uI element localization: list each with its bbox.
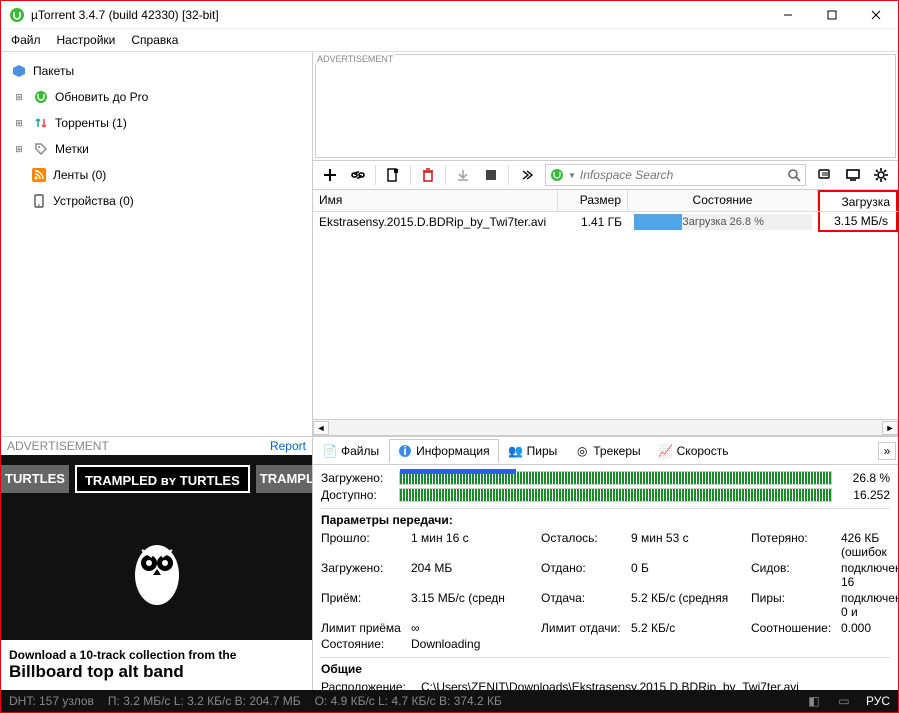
ad-label: ADVERTISEMENT: [7, 439, 109, 453]
sidebar: Пакеты ⊞ Обновить до Pro ⊞ Торренты (1) …: [1, 52, 313, 436]
utorrent-icon: [9, 7, 25, 23]
rss-icon: [31, 167, 47, 183]
tray-icon[interactable]: ▭: [836, 693, 852, 709]
files-icon: 📄: [323, 444, 337, 458]
tab-speed[interactable]: 📈Скорость: [651, 440, 737, 462]
horizontal-scrollbar[interactable]: ◄ ►: [313, 419, 898, 435]
torrent-table: Имя Размер Состояние Загрузка Ekstrasens…: [313, 190, 898, 436]
toolbar: ▼: [313, 160, 898, 190]
sidebar-label: Пакеты: [33, 64, 74, 78]
sidebar-label: Обновить до Pro: [55, 90, 148, 104]
sidebar-item-labels[interactable]: ⊞ Метки: [1, 136, 312, 162]
column-download-speed[interactable]: Загрузка: [818, 190, 898, 211]
transfer-params: Прошло:1 мин 16 с Осталось:9 мин 53 с По…: [321, 531, 890, 651]
expand-icon[interactable]: ⊞: [11, 89, 27, 105]
avail-label: Доступно:: [321, 488, 391, 502]
ad-image[interactable]: TURTLES TRAMPLED ʙʏ TURTLES TRAMPL Downl…: [1, 455, 312, 690]
search-input[interactable]: [580, 168, 787, 182]
sidebar-label: Торренты (1): [55, 116, 127, 130]
menu-file[interactable]: Файл: [11, 33, 41, 47]
loaded-bar: [399, 471, 832, 485]
owl-icon: [122, 525, 192, 615]
detail-tabs: 📄Файлы iИнформация 👥Пиры ◎Трекеры 📈Скоро…: [313, 437, 898, 465]
dropdown-icon[interactable]: ▼: [568, 171, 576, 180]
dht-status: DHT: 157 узлов: [9, 694, 94, 708]
torrent-size-cell: 1.41 ГБ: [558, 213, 628, 231]
statusbar: DHT: 157 узлов П: 3.2 МБ/с L: 3.2 КБ/с В…: [1, 690, 898, 712]
menu-help[interactable]: Справка: [131, 33, 178, 47]
remote-button[interactable]: [840, 162, 866, 188]
details-panel: 📄Файлы iИнформация 👥Пиры ◎Трекеры 📈Скоро…: [313, 436, 898, 690]
menubar: Файл Настройки Справка: [1, 29, 898, 52]
expand-icon[interactable]: ⊞: [11, 115, 27, 131]
torrent-speed-cell: 3.15 МБ/s: [818, 212, 898, 232]
tabs-overflow-button[interactable]: »: [878, 442, 896, 460]
tray-icon[interactable]: ◧: [806, 693, 822, 709]
svg-text:i: i: [403, 444, 406, 458]
ad-label: ADVERTISEMENT: [315, 54, 395, 64]
download-status: П: 3.2 МБ/с L: 3.2 КБ/с В: 204.7 МБ: [108, 694, 301, 708]
create-torrent-button[interactable]: [380, 162, 406, 188]
search-box[interactable]: ▼: [545, 164, 806, 186]
avail-bar: [399, 488, 832, 502]
sidebar-label: Метки: [55, 142, 89, 156]
transfer-section-title: Параметры передачи:: [321, 508, 890, 527]
add-torrent-button[interactable]: [317, 162, 343, 188]
package-icon: [11, 63, 27, 79]
column-name[interactable]: Имя: [313, 190, 558, 211]
tab-info[interactable]: iИнформация: [389, 439, 498, 463]
column-size[interactable]: Размер: [558, 190, 628, 211]
peers-icon: 👥: [509, 444, 523, 458]
torrent-name-cell: Ekstrasensy.2015.D.BDRip_by_Twi7ter.avi: [313, 213, 558, 231]
sidebar-item-devices[interactable]: Устройства (0): [1, 188, 312, 214]
tab-trackers[interactable]: ◎Трекеры: [567, 440, 648, 462]
scroll-left-icon[interactable]: ◄: [313, 421, 329, 435]
trackers-icon: ◎: [575, 444, 589, 458]
avail-value: 16.252: [840, 488, 890, 502]
search-icon[interactable]: [787, 168, 801, 182]
sidebar-label: Устройства (0): [53, 194, 134, 208]
sidebar-item-torrents[interactable]: ⊞ Торренты (1): [1, 110, 312, 136]
general-section-title: Общие: [321, 657, 890, 676]
utorrent-green-icon: [33, 89, 49, 105]
speed-icon: 📈: [659, 444, 673, 458]
maximize-button[interactable]: [810, 1, 854, 29]
titlebar: µTorrent 3.4.7 (build 42330) [32-bit]: [1, 1, 898, 29]
torrent-row[interactable]: Ekstrasensy.2015.D.BDRip_by_Twi7ter.avi …: [313, 212, 898, 232]
sidebar-item-packages[interactable]: Пакеты: [1, 58, 312, 84]
torrent-status-cell: Загрузка 26.8 %: [628, 212, 818, 232]
search-provider-icon[interactable]: [550, 168, 564, 182]
expand-icon[interactable]: ⊞: [11, 141, 27, 157]
close-button[interactable]: [854, 1, 898, 29]
device-icon: [31, 193, 47, 209]
tab-peers[interactable]: 👥Пиры: [501, 440, 566, 462]
loaded-value: 26.8 %: [840, 471, 890, 485]
tab-files[interactable]: 📄Файлы: [315, 440, 387, 462]
ad-panel-left: ADVERTISEMENT Report TURTLES TRAMPLED ʙʏ…: [1, 436, 313, 690]
sidebar-item-feeds[interactable]: Ленты (0): [1, 162, 312, 188]
general-params: Расположение:C:\Users\ZENIT\Downloads\Ek…: [321, 680, 890, 690]
language-indicator[interactable]: РУС: [866, 694, 890, 708]
add-url-button[interactable]: [345, 162, 371, 188]
sidebar-item-upgrade[interactable]: ⊞ Обновить до Pro: [1, 84, 312, 110]
subscriptions-button[interactable]: [812, 162, 838, 188]
ad-banner-top[interactable]: ADVERTISEMENT: [315, 54, 896, 158]
window-title: µTorrent 3.4.7 (build 42330) [32-bit]: [31, 8, 766, 22]
start-button[interactable]: [450, 162, 476, 188]
tag-icon: [33, 141, 49, 157]
stop-button[interactable]: [478, 162, 504, 188]
transfer-icon: [33, 115, 49, 131]
minimize-button[interactable]: [766, 1, 810, 29]
ad-report-link[interactable]: Report: [270, 439, 306, 453]
info-icon: i: [398, 444, 412, 458]
expand-search-button[interactable]: [513, 162, 539, 188]
column-status[interactable]: Состояние: [628, 190, 818, 211]
menu-settings[interactable]: Настройки: [57, 33, 116, 47]
upload-status: О: 4.9 КБ/с L: 4.7 КБ/с В: 374.2 КБ: [315, 694, 502, 708]
delete-button[interactable]: [415, 162, 441, 188]
scroll-right-icon[interactable]: ►: [882, 421, 898, 435]
sidebar-label: Ленты (0): [53, 168, 106, 182]
loaded-label: Загружено:: [321, 471, 391, 485]
preferences-button[interactable]: [868, 162, 894, 188]
